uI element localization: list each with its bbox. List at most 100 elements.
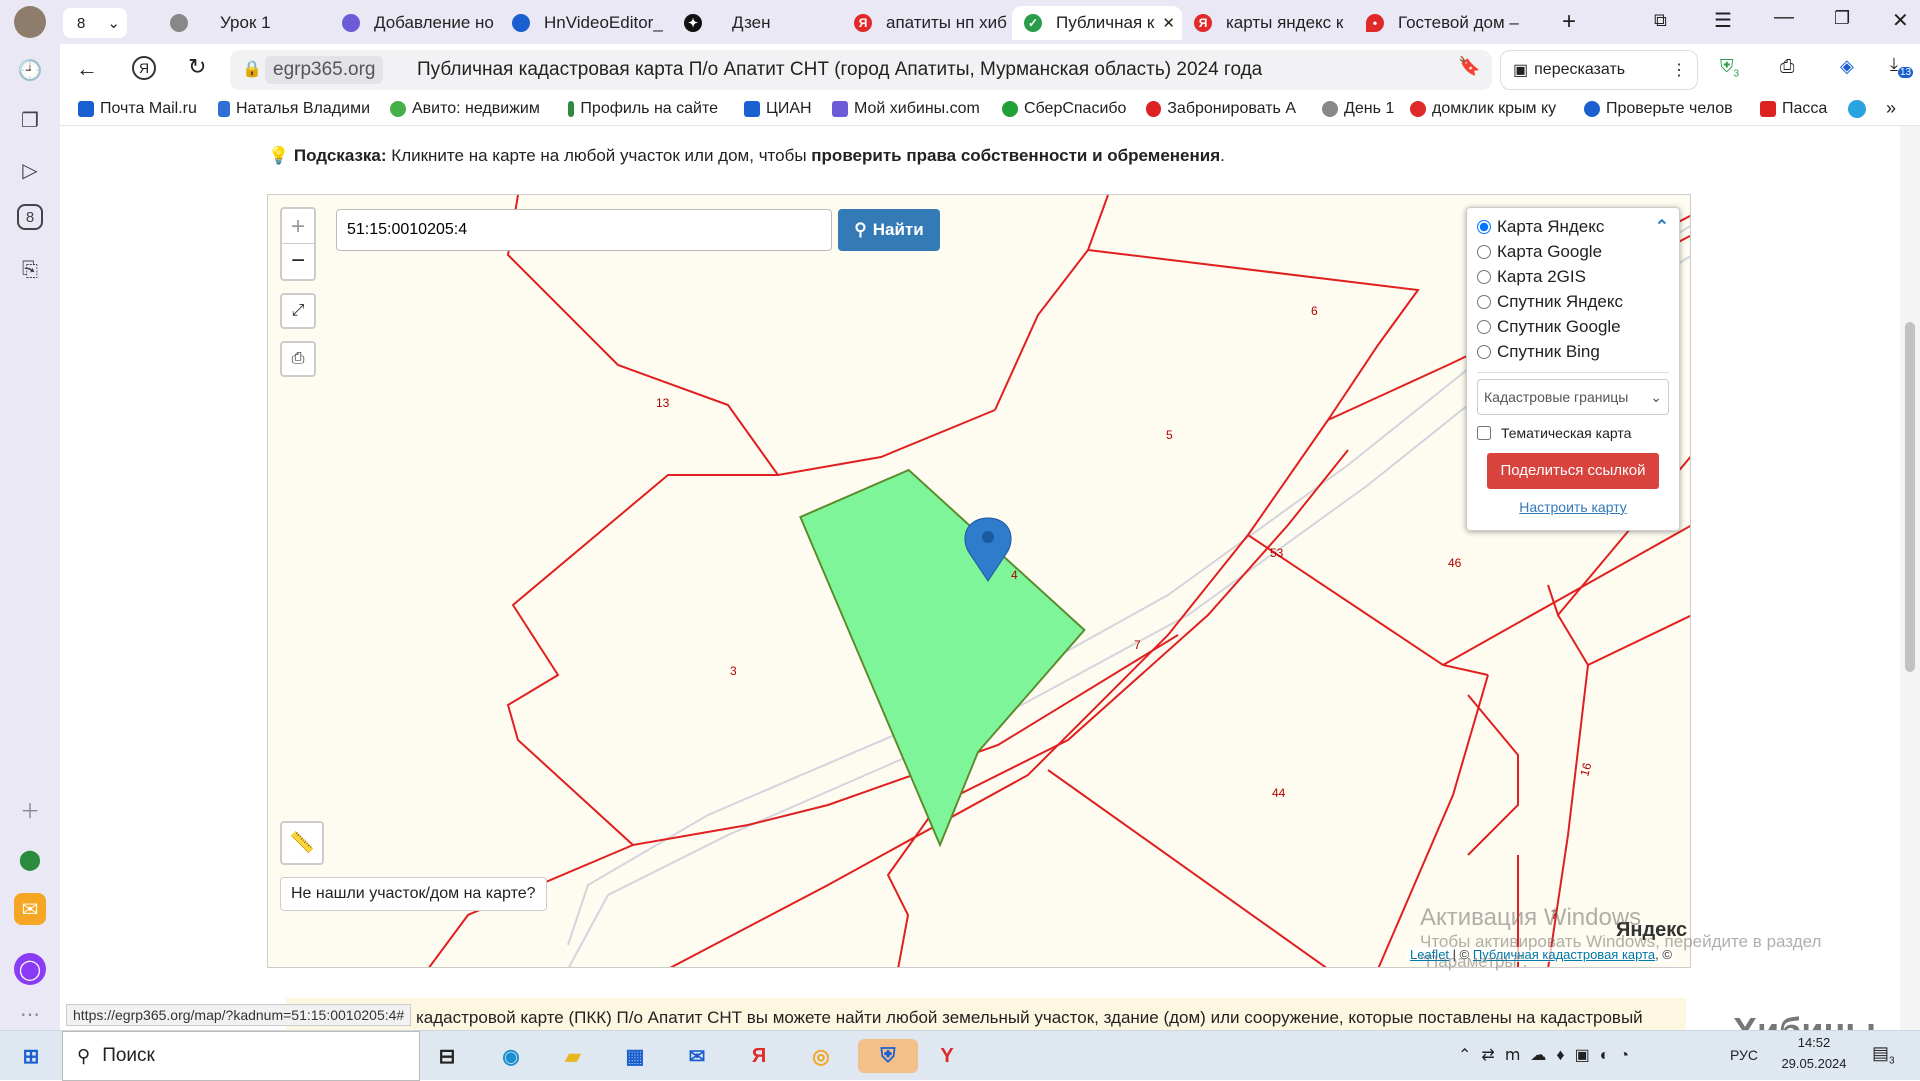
tab-count-badge[interactable]: 8 ⌄ xyxy=(63,8,127,38)
scrollbar-thumb[interactable] xyxy=(1905,322,1915,672)
screenshot-icon[interactable]: ⎘ xyxy=(14,254,46,286)
bookmark-item[interactable]: Забронировать А xyxy=(1146,100,1296,118)
reload-icon[interactable]: ↻ xyxy=(188,54,206,80)
maps-icon[interactable]: ⬤ xyxy=(14,843,46,875)
history-icon[interactable]: 🕘 xyxy=(14,54,46,86)
bookmark-item[interactable]: Проверьте челов xyxy=(1584,100,1734,118)
mail-app-icon[interactable]: ✉ xyxy=(680,1039,714,1073)
telegram-icon[interactable] xyxy=(1848,100,1866,118)
layer-option-google-sat[interactable]: Спутник Google xyxy=(1477,314,1669,339)
tab-yandex-maps[interactable]: Якарты яндекс к xyxy=(1182,6,1352,40)
overlay-select[interactable]: Кадастровые границы ⌄ xyxy=(1477,379,1669,415)
layer-option-google[interactable]: Карта Google xyxy=(1477,239,1669,264)
store-icon[interactable]: ▦ xyxy=(618,1039,652,1073)
more-icon[interactable]: ⋯ xyxy=(14,998,46,1030)
parcel-label: 46 xyxy=(1448,556,1462,570)
chevron-up-icon[interactable]: ⌃ xyxy=(1655,217,1669,237)
tab-guesthouse[interactable]: • Гостевой дом – xyxy=(1354,6,1524,40)
tab-favicon-icon: • xyxy=(1366,14,1384,32)
downloads-icon[interactable]: ⤓ 13 xyxy=(1890,54,1914,78)
zoom-out-button[interactable]: − xyxy=(282,244,314,279)
ruler-button[interactable]: 📏 xyxy=(280,821,324,865)
avatar[interactable] xyxy=(14,6,46,38)
domain-chip[interactable]: egrp365.org xyxy=(265,56,384,84)
address-bar-row: ← Я ↻ 🔒 egrp365.org Публичная кадастрова… xyxy=(60,44,1920,96)
alice-icon[interactable]: ◯ xyxy=(14,953,46,985)
security-app-icon[interactable]: ⛨ xyxy=(858,1039,918,1073)
window-close-icon[interactable]: ✕ xyxy=(1892,8,1909,33)
selected-parcel[interactable] xyxy=(799,468,1086,848)
mail-icon[interactable]: ✉ xyxy=(14,893,46,925)
layer-option-yandex-sat[interactable]: Спутник Яндекс xyxy=(1477,289,1669,314)
windows-start-icon[interactable]: ⊞ xyxy=(14,1039,48,1073)
bookmark-item[interactable]: Авито: недвижим xyxy=(390,100,550,118)
bookmark-item[interactable]: День 1 xyxy=(1322,100,1394,118)
layer-option-yandex[interactable]: Карта Яндекс ⌃ xyxy=(1477,214,1669,239)
chevron-right-icon[interactable]: » xyxy=(1886,98,1896,119)
configure-map-link[interactable]: Настроить карту xyxy=(1477,499,1669,515)
bookmark-item[interactable]: Пасса xyxy=(1760,100,1840,118)
tab-apatity[interactable]: Яапатиты нп хиб xyxy=(842,6,1012,40)
parcel-label: 13 xyxy=(656,396,670,410)
language-indicator[interactable]: РУС xyxy=(1730,1047,1758,1063)
map[interactable]: 6 13 5 4 53 46 3 7 44 16 7 + − ⤢ ⎙ ⚲Найт… xyxy=(267,194,1691,968)
clock[interactable]: 14:52 29.05.2024 xyxy=(1778,1035,1850,1071)
yandex-browser-icon[interactable]: Y xyxy=(930,1039,964,1073)
menu-icon[interactable]: ☰ xyxy=(1714,8,1732,33)
bookmark-icon[interactable]: 🔖 xyxy=(1458,56,1480,77)
translate-ext-icon[interactable]: ⎙ xyxy=(1780,56,1794,77)
minimize-icon[interactable]: — xyxy=(1774,6,1794,29)
collections-icon[interactable]: ❐ xyxy=(14,104,46,136)
bookmark-item[interactable]: СберСпасибо xyxy=(1002,100,1126,118)
layer-option-bing-sat[interactable]: Спутник Bing xyxy=(1477,339,1669,364)
extension-icon[interactable]: ◈ xyxy=(1840,56,1854,77)
tab-public-map[interactable]: ✓ Публичная к ✕ xyxy=(1012,6,1182,40)
bookmark-item[interactable]: домклик крым ку xyxy=(1410,100,1560,118)
share-link-button[interactable]: Поделиться ссылкой xyxy=(1487,453,1659,489)
yandex-app-icon[interactable]: Я xyxy=(742,1039,776,1073)
not-found-button[interactable]: Не нашли участок/дом на карте? xyxy=(280,877,547,911)
scrollbar[interactable] xyxy=(1900,126,1920,1030)
layer-option-2gis[interactable]: Карта 2GIS xyxy=(1477,264,1669,289)
bookmark-item[interactable]: Профиль на сайте xyxy=(568,100,718,118)
parcel-label: 3 xyxy=(730,664,737,678)
retell-button[interactable]: ▣ пересказать ⋮ xyxy=(1500,50,1698,90)
edge-icon[interactable]: ◉ xyxy=(494,1039,528,1073)
hint-text: Кликните на карте на любой участок или д… xyxy=(386,146,812,165)
khibiny-logo: Хибины xyxy=(1733,1010,1876,1030)
tab-dzen[interactable]: ✦ Дзен xyxy=(672,6,842,40)
tab-adding[interactable]: Добавление но xyxy=(330,6,500,40)
fullscreen-button[interactable]: ⤢ xyxy=(280,293,316,329)
more-icon[interactable]: ⋮ xyxy=(1671,60,1687,80)
back-icon[interactable]: ← xyxy=(76,56,98,82)
explorer-icon[interactable]: ▰ xyxy=(556,1039,590,1073)
task-view-icon[interactable]: ⊟ xyxy=(430,1039,464,1073)
browser-app-icon[interactable]: ◎ xyxy=(804,1039,838,1073)
page-title: Публичная кадастровая карта П/о Апатит С… xyxy=(417,59,1263,80)
shield-ext-icon[interactable]: ⛨3 xyxy=(1720,56,1739,80)
bookmark-item[interactable]: Почта Mail.ru xyxy=(78,100,197,118)
close-icon[interactable]: ✕ xyxy=(1162,14,1175,32)
bookmark-item[interactable]: Мой хибины.com xyxy=(832,100,980,118)
tabs-manager-icon[interactable]: ⧉ xyxy=(1654,10,1667,31)
tab-hnvideo[interactable]: HnVideoEditor_ xyxy=(500,6,670,40)
parcel-label: 6 xyxy=(1311,304,1318,318)
hint-end: . xyxy=(1220,146,1225,165)
find-button[interactable]: ⚲ Найти xyxy=(838,209,940,251)
yandex-icon[interactable]: Я xyxy=(132,56,156,80)
taskbar-search[interactable]: ⚲ Поиск xyxy=(62,1031,420,1081)
new-tab-button[interactable]: + xyxy=(1554,8,1584,38)
thematic-checkbox[interactable]: Тематическая карта xyxy=(1477,425,1669,441)
bookmark-item[interactable]: ЦИАН xyxy=(744,100,812,118)
lock-icon: 🔒 xyxy=(242,61,262,78)
notification-icon[interactable]: ▤3 xyxy=(1872,1043,1895,1067)
video-icon[interactable]: ▷ xyxy=(14,154,46,186)
print-button[interactable]: ⎙ xyxy=(280,341,316,377)
add-icon[interactable]: ＋ xyxy=(14,793,46,825)
bookmark-item[interactable]: Наталья Владими xyxy=(218,100,370,118)
eight-icon[interactable]: 8 xyxy=(17,204,43,230)
zoom-in-button[interactable]: + xyxy=(282,209,314,244)
restore-icon[interactable]: ❐ xyxy=(1834,8,1850,29)
cadastral-search-input[interactable] xyxy=(336,209,832,251)
tab-count: 8 xyxy=(77,14,86,32)
